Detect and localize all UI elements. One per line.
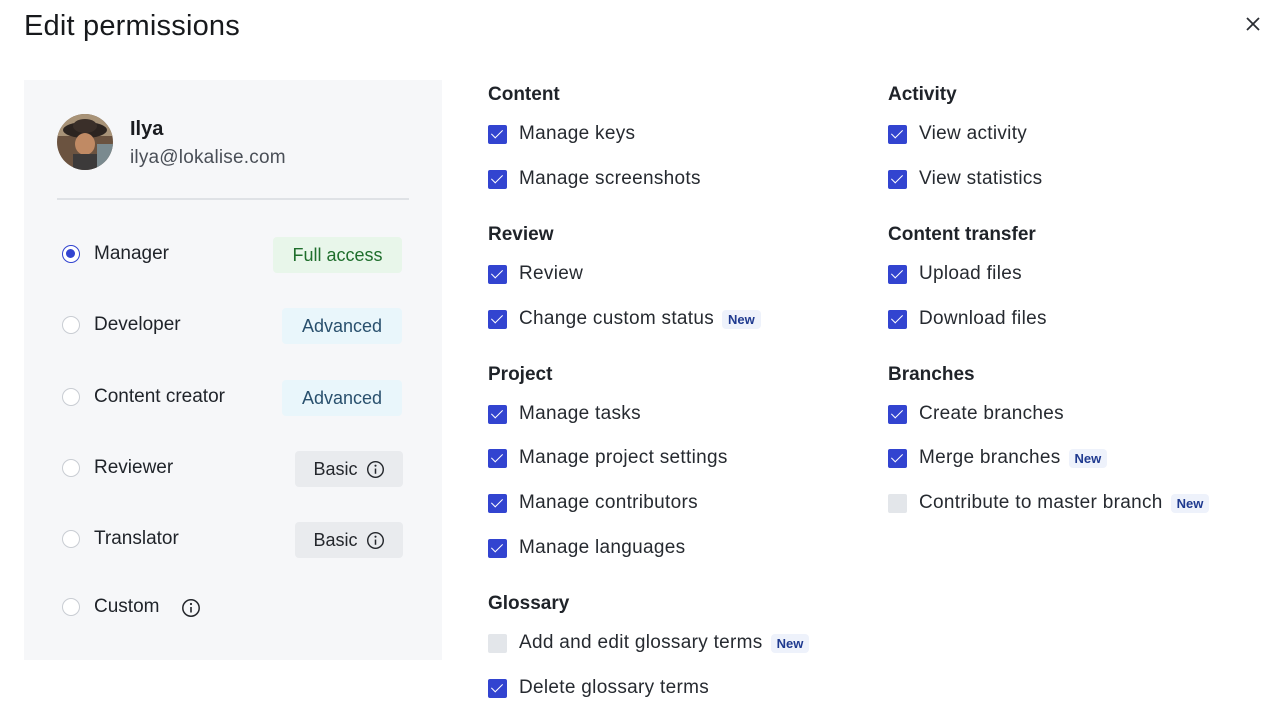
access-badge: Advanced: [282, 380, 402, 416]
user-name: Ilya: [130, 118, 164, 140]
checkbox[interactable]: [888, 264, 907, 284]
access-badge: Basic: [295, 522, 403, 558]
radio-button[interactable]: [62, 459, 80, 477]
close-icon[interactable]: [1240, 11, 1266, 37]
role-label: Custom: [94, 596, 160, 617]
section-title-review: Review: [488, 224, 554, 245]
badge-label: Basic: [313, 529, 358, 550]
radio-button[interactable]: [62, 530, 80, 548]
permission-label: Review: [519, 263, 584, 284]
permission-label: Manage tasks: [519, 403, 641, 424]
access-badge: Basic: [295, 451, 403, 487]
permission-label: Manage keys: [519, 123, 636, 144]
user-email: ilya@lokalise.com: [130, 147, 286, 168]
role-option-translator[interactable]: Translator Basic: [62, 522, 406, 558]
info-icon[interactable]: [366, 460, 385, 479]
permission-contribute-to-master-branch[interactable]: Contribute to master branch New: [888, 491, 1210, 515]
radio-button[interactable]: [62, 245, 80, 263]
checkbox[interactable]: [488, 538, 507, 558]
divider: [57, 198, 409, 200]
checkbox[interactable]: [488, 678, 507, 698]
permission-label: Add and edit glossary terms: [519, 632, 763, 653]
role-panel: Ilya ilya@lokalise.com Manager Full acce…: [24, 80, 442, 660]
new-badge: New: [1170, 493, 1210, 513]
permission-merge-branches[interactable]: Merge branches New: [888, 446, 1108, 470]
permission-view-statistics[interactable]: View statistics: [888, 167, 1042, 191]
checkbox[interactable]: [488, 309, 507, 329]
radio-button[interactable]: [62, 388, 80, 406]
role-option-content-creator[interactable]: Content creator Advanced: [62, 380, 406, 416]
page-title: Edit permissions: [24, 10, 240, 42]
permission-manage-screenshots[interactable]: Manage screenshots: [488, 167, 701, 191]
permission-label: Manage contributors: [519, 492, 698, 513]
avatar: [57, 114, 113, 170]
section-title-activity: Activity: [888, 84, 957, 105]
radio-button[interactable]: [62, 316, 80, 334]
section-title-content: Content: [488, 84, 560, 105]
permission-label: Delete glossary terms: [519, 677, 710, 698]
checkbox[interactable]: [888, 124, 907, 144]
radio-button[interactable]: [62, 598, 80, 616]
checkbox[interactable]: [888, 169, 907, 189]
access-badge: Full access: [273, 237, 402, 273]
permission-manage-tasks[interactable]: Manage tasks: [488, 402, 641, 426]
checkbox[interactable]: [888, 309, 907, 329]
permission-label: Create branches: [919, 403, 1064, 424]
permission-manage-keys[interactable]: Manage keys: [488, 122, 635, 146]
role-option-custom[interactable]: Custom: [62, 592, 406, 624]
section-title-project: Project: [488, 364, 553, 385]
permission-add-edit-glossary-terms[interactable]: Add and edit glossary terms New: [488, 631, 810, 655]
checkbox[interactable]: [488, 264, 507, 284]
permission-label: Manage languages: [519, 537, 686, 558]
permission-label: View statistics: [919, 168, 1043, 189]
role-option-developer[interactable]: Developer Advanced: [62, 308, 406, 344]
checkbox[interactable]: [488, 633, 507, 653]
section-title-content-transfer: Content transfer: [888, 224, 1036, 245]
permission-label: Download files: [919, 308, 1047, 329]
info-icon[interactable]: [366, 531, 385, 550]
info-icon[interactable]: [181, 598, 201, 618]
permission-label: View activity: [919, 123, 1028, 144]
checkbox[interactable]: [888, 448, 907, 468]
permission-change-custom-status[interactable]: Change custom status New: [488, 307, 761, 331]
permission-create-branches[interactable]: Create branches: [888, 402, 1064, 426]
role-option-manager[interactable]: Manager Full access: [62, 237, 406, 273]
new-badge: New: [722, 309, 761, 329]
checkbox[interactable]: [488, 169, 507, 189]
permission-manage-contributors[interactable]: Manage contributors: [488, 491, 698, 515]
role-label: Manager: [94, 243, 169, 264]
checkbox[interactable]: [488, 404, 507, 424]
permission-review[interactable]: Review: [488, 262, 583, 286]
permission-label: Manage screenshots: [519, 168, 701, 189]
permission-download-files[interactable]: Download files: [888, 307, 1047, 331]
role-label: Reviewer: [94, 457, 174, 478]
role-label: Content creator: [94, 386, 225, 407]
checkbox[interactable]: [488, 448, 507, 468]
permission-label: Merge branches: [919, 447, 1061, 468]
permission-delete-glossary-terms[interactable]: Delete glossary terms: [488, 676, 709, 700]
section-title-glossary: Glossary: [488, 593, 570, 614]
access-badge: Advanced: [282, 308, 402, 344]
checkbox[interactable]: [888, 493, 907, 513]
permission-label: Change custom status: [519, 308, 715, 329]
checkbox[interactable]: [488, 124, 507, 144]
permission-view-activity[interactable]: View activity: [888, 122, 1027, 146]
section-title-branches: Branches: [888, 364, 975, 385]
new-badge: New: [1068, 448, 1108, 468]
permission-upload-files[interactable]: Upload files: [888, 262, 1022, 286]
checkbox[interactable]: [488, 493, 507, 513]
permission-label: Contribute to master branch: [919, 492, 1163, 513]
badge-label: Basic: [313, 458, 358, 479]
permission-manage-project-settings[interactable]: Manage project settings: [488, 446, 728, 470]
role-label: Developer: [94, 314, 181, 335]
permission-label: Upload files: [919, 263, 1022, 284]
checkbox[interactable]: [888, 404, 907, 424]
permission-manage-languages[interactable]: Manage languages: [488, 536, 685, 560]
role-label: Translator: [94, 528, 179, 549]
new-badge: New: [770, 633, 810, 653]
role-option-reviewer[interactable]: Reviewer Basic: [62, 451, 406, 487]
permission-label: Manage project settings: [519, 447, 728, 468]
